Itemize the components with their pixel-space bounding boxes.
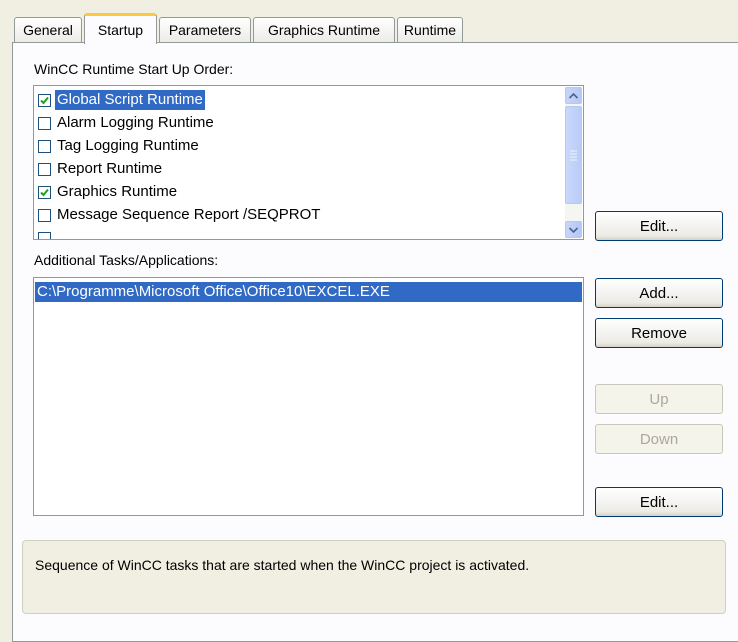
additional-tasks-list[interactable]: C:\Programme\Microsoft Office\Office10\E… xyxy=(33,277,584,516)
scroll-thumb[interactable] xyxy=(565,106,582,204)
checkbox-unchecked-icon[interactable] xyxy=(38,116,51,130)
list-item[interactable]: C:\Programme\Microsoft Office\Office10\E… xyxy=(35,281,582,303)
checkbox-unchecked-icon[interactable] xyxy=(38,162,51,176)
tab-label: Runtime xyxy=(403,22,457,38)
arrow-up-icon xyxy=(569,92,578,99)
additional-edit-button[interactable]: Edit... xyxy=(595,487,723,517)
list-item[interactable]: Global Script Runtime xyxy=(36,89,205,111)
list-item-label: Graphics Runtime xyxy=(57,183,178,200)
list-item[interactable]: Alarm Logging Runtime xyxy=(36,112,216,134)
list-item[interactable]: Graphics Runtime xyxy=(36,181,179,203)
tab-startup[interactable]: Startup xyxy=(84,13,157,44)
list-item[interactable]: Tag Logging Runtime xyxy=(36,135,201,157)
additional-tasks-label: Additional Tasks/Applications: xyxy=(34,252,219,268)
description-box: Sequence of WinCC tasks that are started… xyxy=(22,540,726,614)
arrow-down-icon xyxy=(569,226,578,233)
list-item-label: Global Script Runtime xyxy=(55,90,205,110)
list-item[interactable]: Report Runtime xyxy=(36,158,164,180)
tab-general[interactable]: General xyxy=(14,17,82,42)
up-button[interactable]: Up xyxy=(595,384,723,414)
down-button[interactable]: Down xyxy=(595,424,723,454)
tab-label: Startup xyxy=(97,22,144,38)
list-item-label: Alarm Logging Runtime xyxy=(57,114,214,131)
list-item-partial xyxy=(36,227,55,239)
vertical-scrollbar[interactable] xyxy=(565,87,582,238)
list-item-label: Tag Logging Runtime xyxy=(57,137,199,154)
startup-order-label: WinCC Runtime Start Up Order: xyxy=(34,61,234,77)
tab-label: General xyxy=(23,22,73,38)
checkbox-checked-icon[interactable] xyxy=(38,185,51,199)
checkbox-checked-icon[interactable] xyxy=(38,93,51,107)
scroll-down-button[interactable] xyxy=(565,221,582,238)
add-button[interactable]: Add... xyxy=(595,278,723,308)
list-item[interactable]: Message Sequence Report /SEQPROT xyxy=(36,204,322,226)
list-item-label: Message Sequence Report /SEQPROT xyxy=(57,206,321,223)
list-item-label: C:\Programme\Microsoft Office\Office10\E… xyxy=(35,282,582,302)
checkbox-unchecked-icon[interactable] xyxy=(38,139,51,153)
checkbox-unchecked-icon xyxy=(38,231,51,239)
list-item-label: Report Runtime xyxy=(57,160,163,177)
startup-order-list[interactable]: Global Script Runtime Alarm Logging Runt… xyxy=(33,85,584,240)
tab-label: Parameters xyxy=(168,22,242,38)
tab-runtime[interactable]: Runtime xyxy=(397,17,463,42)
remove-button[interactable]: Remove xyxy=(595,318,723,348)
scroll-up-button[interactable] xyxy=(565,87,582,104)
tab-graphics-runtime[interactable]: Graphics Runtime xyxy=(253,17,395,42)
description-text: Sequence of WinCC tasks that are started… xyxy=(35,557,530,573)
tab-parameters[interactable]: Parameters xyxy=(159,17,251,42)
checkbox-unchecked-icon[interactable] xyxy=(38,208,51,222)
tab-label: Graphics Runtime xyxy=(267,22,381,38)
startup-edit-button[interactable]: Edit... xyxy=(595,211,723,241)
